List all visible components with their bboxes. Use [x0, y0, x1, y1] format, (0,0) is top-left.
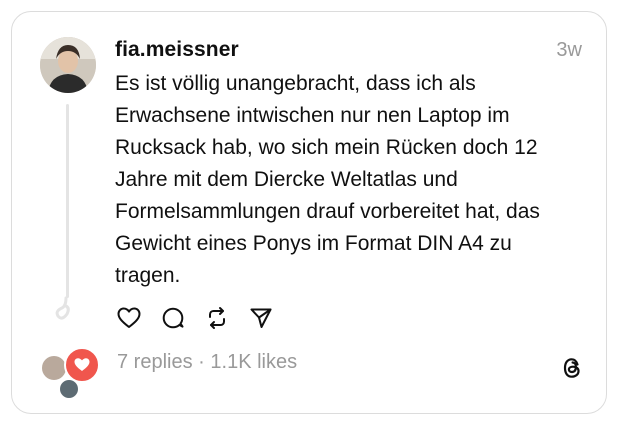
- like-button[interactable]: [116, 305, 142, 331]
- comment-icon: [162, 307, 184, 329]
- post-stats[interactable]: 7 replies · 1.1K likes: [117, 351, 297, 374]
- replies-count[interactable]: 7 replies: [117, 351, 193, 373]
- repost-icon: [209, 307, 225, 329]
- reply-button[interactable]: [160, 305, 186, 331]
- stats-separator: ·: [192, 351, 211, 373]
- share-button[interactable]: [248, 305, 274, 331]
- post-timestamp[interactable]: 3w: [556, 39, 582, 62]
- thread-line: [66, 104, 69, 298]
- send-icon: [250, 308, 272, 328]
- post-actions: [116, 305, 274, 331]
- thread-loop-icon: [55, 296, 70, 320]
- heart-icon: [74, 358, 90, 371]
- repost-button[interactable]: [204, 305, 230, 331]
- threads-logo-icon[interactable]: [560, 355, 584, 381]
- heart-icon: [117, 307, 141, 328]
- author-avatar[interactable]: [40, 37, 96, 93]
- replier-avatars[interactable]: [38, 344, 100, 400]
- author-username[interactable]: fia.meissner: [115, 38, 239, 62]
- likes-count[interactable]: 1.1K likes: [210, 351, 297, 373]
- replier-avatar: [58, 378, 80, 400]
- post-text: Es ist völlig unangebracht, dass ich als…: [115, 72, 540, 287]
